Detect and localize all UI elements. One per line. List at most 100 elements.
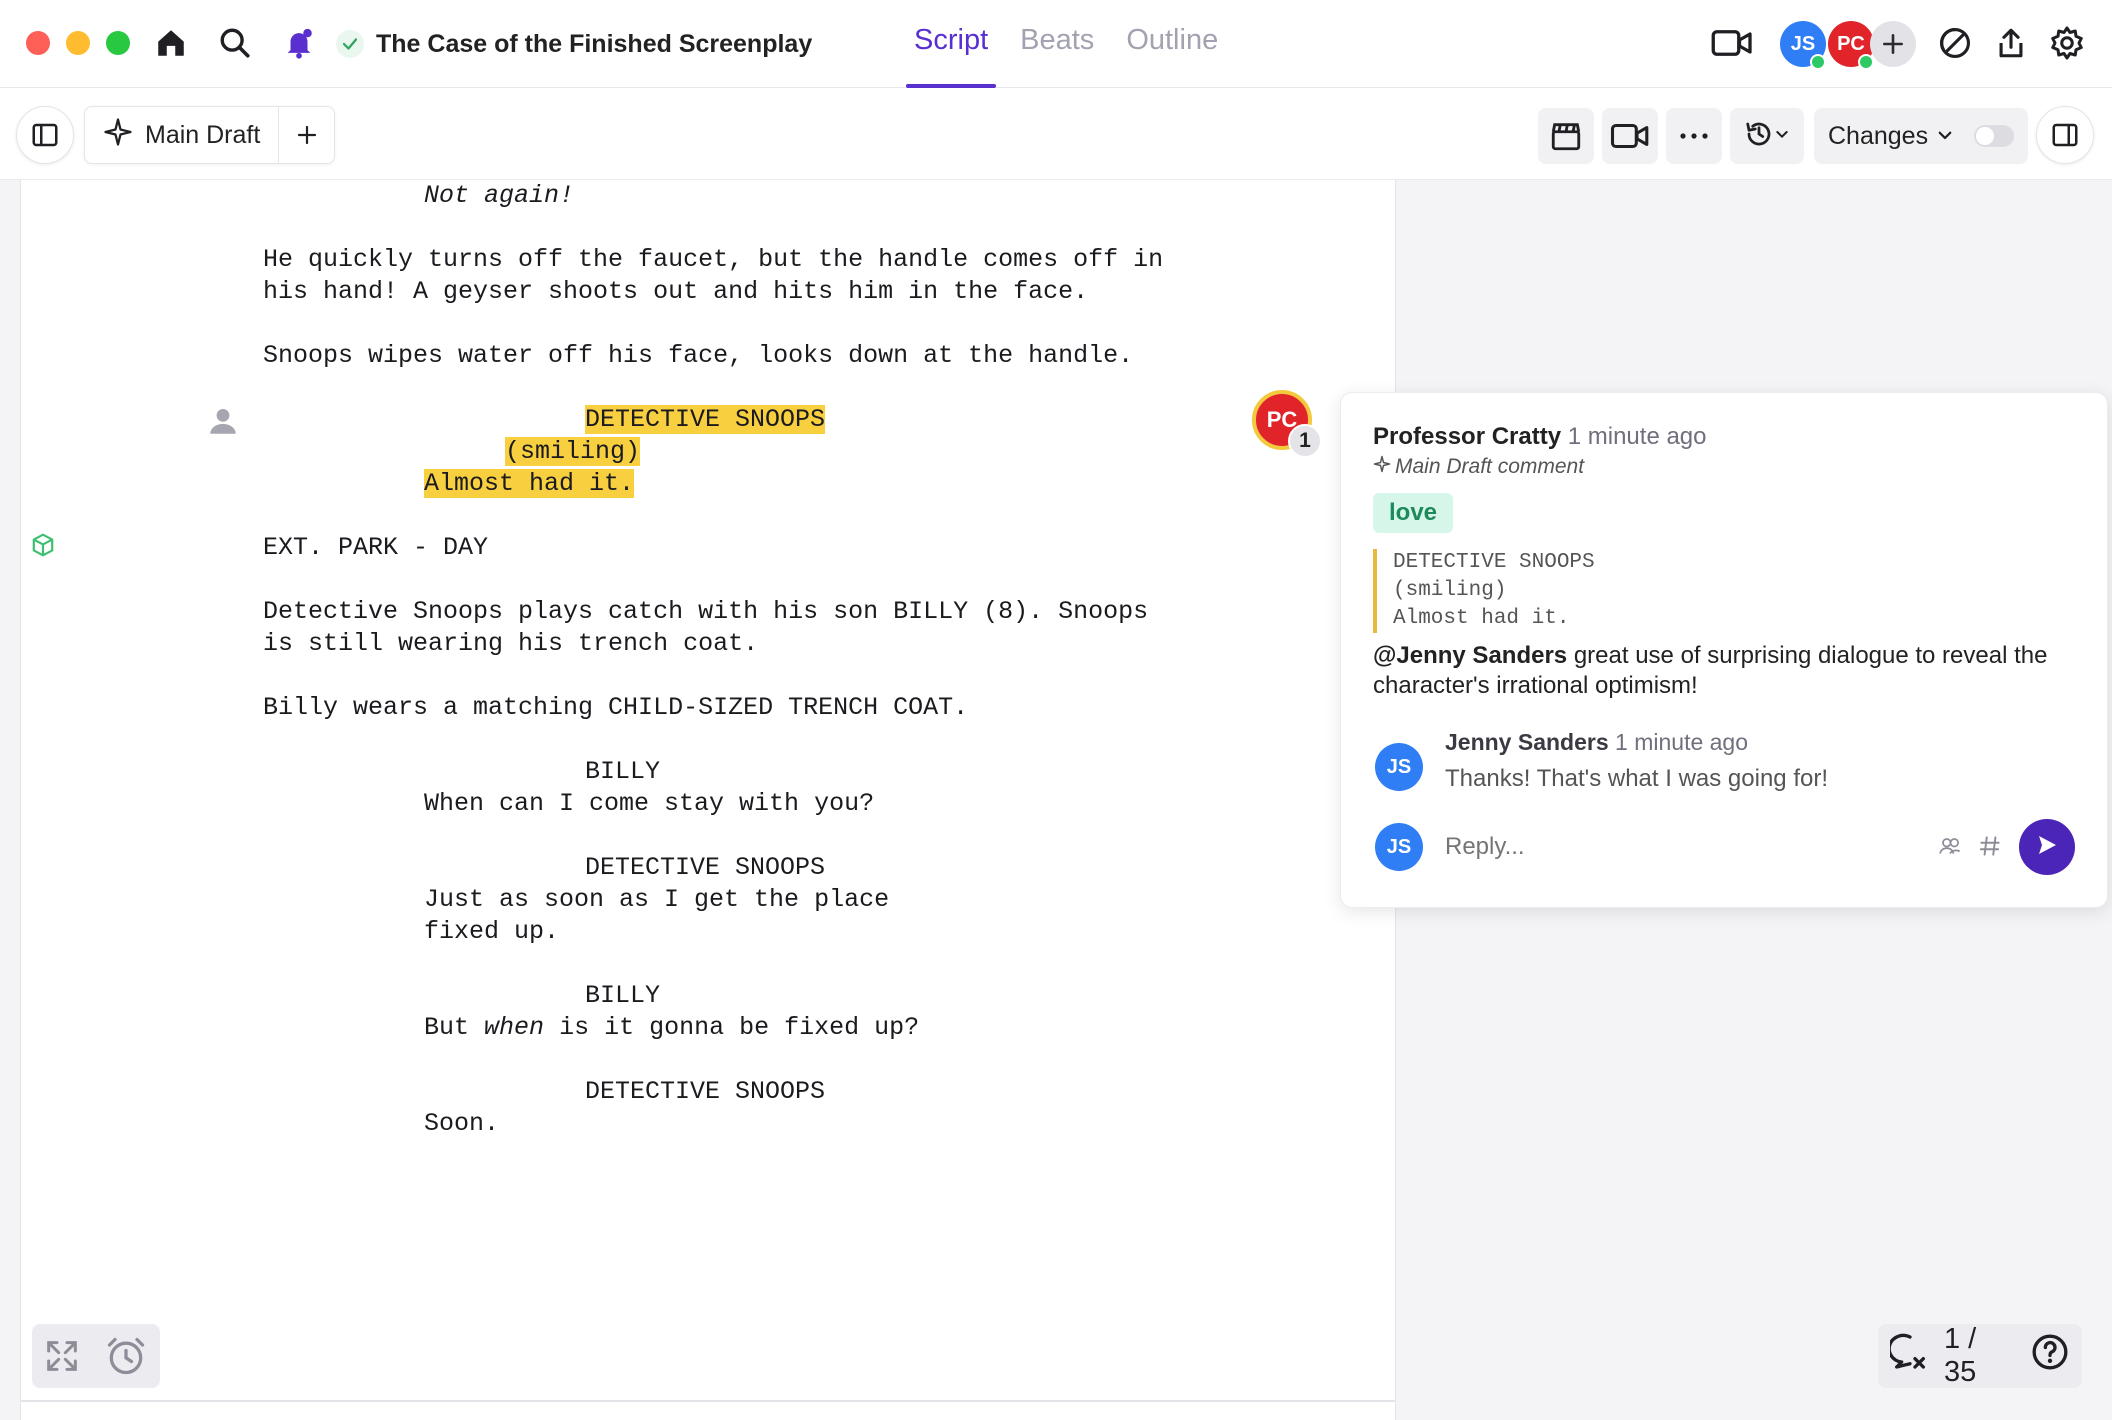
- sparkle-icon: [103, 117, 133, 154]
- comment-context: Main Draft comment: [1373, 455, 1584, 479]
- chevron-down-icon: [1774, 126, 1790, 147]
- history-dropdown-button[interactable]: [1730, 108, 1804, 164]
- scene-cube-icon[interactable]: [30, 532, 56, 563]
- title-bar: The Case of the Finished Screenplay Scri…: [0, 0, 2112, 88]
- comment-count-badge: 1: [1288, 424, 1322, 458]
- document-title-area[interactable]: The Case of the Finished Screenplay: [336, 26, 812, 62]
- reply-text: Thanks! That's what I was going for!: [1445, 765, 1828, 792]
- quote-line: Almost had it.: [1393, 607, 1570, 630]
- mention-link[interactable]: @Jenny Sanders: [1373, 642, 1567, 669]
- comments-icon[interactable]: [1887, 1332, 1930, 1380]
- chevron-down-icon: [1936, 122, 1954, 151]
- action-line[interactable]: his hand! A geyser shoots out and hits h…: [263, 276, 1088, 308]
- comment-body: @Jenny Sanders great use of surprising d…: [1373, 641, 2073, 701]
- comment-card: Professor Cratty 1 minute ago Main Draft…: [1340, 392, 2108, 908]
- comment-thread-marker[interactable]: PC 1: [1248, 386, 1322, 458]
- tab-beats[interactable]: Beats: [1012, 0, 1102, 88]
- comment-author[interactable]: Professor Cratty: [1373, 423, 1561, 450]
- clapperboard-icon[interactable]: [1538, 108, 1594, 164]
- add-draft-button[interactable]: [278, 107, 334, 163]
- tab-script[interactable]: Script: [906, 0, 997, 88]
- page-divider: [20, 1400, 1396, 1402]
- saved-check-icon: [336, 30, 364, 58]
- share-export-icon[interactable]: [1990, 22, 2032, 64]
- emphasized-word: when: [484, 1013, 545, 1042]
- highlighted-text: Almost had it.: [424, 469, 635, 498]
- reply-author[interactable]: Jenny Sanders: [1445, 729, 1609, 755]
- quoted-script: DETECTIVE SNOOPS (smiling) Almost had it…: [1373, 549, 1873, 633]
- comment-pagination: 1 / 35: [1878, 1323, 2082, 1388]
- bottom-left-toolbar: [32, 1324, 160, 1388]
- current-user-avatar: JS: [1375, 823, 1423, 871]
- parenthetical-line[interactable]: Not again!: [424, 180, 574, 212]
- character-person-icon[interactable]: [206, 404, 240, 443]
- online-status-dot: [1858, 54, 1874, 70]
- record-video-icon[interactable]: [1602, 108, 1658, 164]
- changes-toggle[interactable]: [1974, 125, 2015, 147]
- action-line[interactable]: Billy wears a matching CHILD-SIZED TRENC…: [263, 692, 968, 724]
- notifications-bell-icon[interactable]: [278, 22, 320, 64]
- quote-line: DETECTIVE SNOOPS: [1393, 551, 1595, 574]
- comment-tag[interactable]: love: [1373, 493, 1454, 533]
- reply-author-avatar[interactable]: JS: [1375, 743, 1423, 791]
- action-line[interactable]: is still wearing his trench coat.: [263, 628, 758, 660]
- dialogue-text: is it gonna be fixed up?: [559, 1013, 920, 1042]
- character-name[interactable]: DETECTIVE SNOOPS: [585, 1076, 825, 1108]
- help-icon[interactable]: [2030, 1332, 2070, 1380]
- more-options-icon[interactable]: [1666, 108, 1722, 164]
- reply-time: 1 minute ago: [1615, 729, 1749, 755]
- highlighted-text: DETECTIVE SNOOPS: [585, 405, 826, 434]
- toggle-right-sidebar-button[interactable]: [2036, 106, 2094, 164]
- mention-people-icon[interactable]: [1937, 833, 1963, 864]
- hashtag-icon[interactable]: [1977, 833, 2003, 864]
- history-icon: [1744, 119, 1774, 154]
- draft-label: Main Draft: [145, 120, 261, 149]
- character-name[interactable]: BILLY: [585, 980, 660, 1012]
- fullscreen-expand-icon[interactable]: [42, 1336, 82, 1381]
- comment-context-label: Main Draft comment: [1395, 455, 1585, 478]
- minimize-window-button[interactable]: [66, 31, 90, 55]
- action-line[interactable]: Snoops wipes water off his face, looks d…: [263, 340, 1133, 372]
- reply-input[interactable]: [1445, 833, 1845, 861]
- dialogue-line[interactable]: When can I come stay with you?: [424, 788, 874, 820]
- send-reply-button[interactable]: [2019, 819, 2075, 875]
- character-name[interactable]: DETECTIVE SNOOPS: [585, 404, 826, 436]
- settings-gear-icon[interactable]: [2046, 22, 2088, 64]
- action-line[interactable]: Detective Snoops plays catch with his so…: [263, 596, 1148, 628]
- view-tabs: Script Beats Outline: [906, 0, 1226, 88]
- main-draft-button[interactable]: Main Draft: [85, 107, 278, 163]
- maximize-window-button[interactable]: [106, 31, 130, 55]
- video-call-icon[interactable]: [1708, 22, 1756, 64]
- dialogue-text: But: [424, 1013, 470, 1042]
- search-icon[interactable]: [214, 22, 256, 64]
- close-window-button[interactable]: [26, 31, 50, 55]
- reply-header: Jenny Sanders 1 minute ago: [1445, 729, 1748, 756]
- parenthetical-line[interactable]: (smiling): [505, 436, 641, 468]
- draft-selector: Main Draft: [84, 106, 336, 164]
- document-title: The Case of the Finished Screenplay: [376, 29, 813, 58]
- add-collaborator-button[interactable]: [1870, 21, 1916, 67]
- dialogue-line[interactable]: Just as soon as I get the place: [424, 884, 889, 916]
- send-arrow-icon: [2035, 833, 2059, 862]
- comment-time: 1 minute ago: [1567, 423, 1707, 450]
- changes-dropdown[interactable]: Changes: [1814, 108, 2028, 164]
- changes-label: Changes: [1828, 121, 1929, 150]
- highlighted-text: (smiling): [505, 437, 641, 466]
- home-icon[interactable]: [150, 22, 192, 64]
- quote-line: (smiling): [1393, 579, 1507, 602]
- dialogue-line[interactable]: fixed up.: [424, 916, 559, 948]
- toggle-left-sidebar-button[interactable]: [16, 106, 74, 164]
- dialogue-line[interactable]: Almost had it.: [424, 468, 635, 500]
- pagination-label: 1 / 35: [1944, 1323, 1977, 1388]
- scene-heading[interactable]: EXT. PARK - DAY: [263, 532, 488, 564]
- action-line[interactable]: He quickly turns off the faucet, but the…: [263, 244, 1163, 276]
- dialogue-line[interactable]: But when is it gonna be fixed up?: [424, 1012, 919, 1044]
- sparkle-icon: [1373, 455, 1391, 479]
- focus-mode-icon[interactable]: [1934, 22, 1976, 64]
- tab-outline[interactable]: Outline: [1118, 0, 1226, 88]
- character-name[interactable]: DETECTIVE SNOOPS: [585, 852, 825, 884]
- character-name[interactable]: BILLY: [585, 756, 660, 788]
- editor-toolbar: Main Draft Changes: [0, 88, 2112, 180]
- alarm-clock-icon[interactable]: [104, 1334, 148, 1383]
- dialogue-line[interactable]: Soon.: [424, 1108, 499, 1140]
